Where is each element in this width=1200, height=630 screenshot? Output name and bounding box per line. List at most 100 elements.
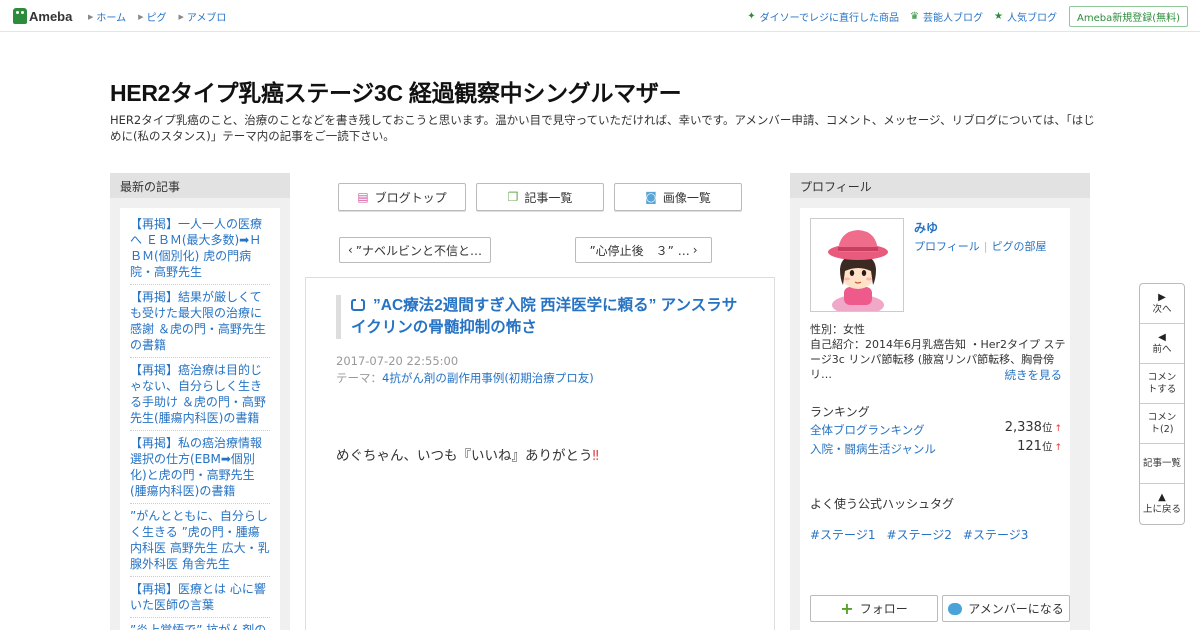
document-icon: ▤ — [357, 190, 369, 204]
prev-post-button[interactable]: ‹ ”ナベルビンと不信と… — [339, 237, 491, 263]
profile-link[interactable]: プロフィール — [914, 240, 980, 253]
article-body-text: めぐちゃん、いつも『いいね』ありがとう — [336, 448, 593, 464]
side-label: コメントする — [1147, 371, 1177, 395]
list-icon: ❐ — [507, 190, 519, 204]
chevron-right-icon: ▶ — [178, 12, 184, 21]
nav-label: アメブロ — [186, 13, 227, 24]
side-prev-button[interactable]: ◀ 前へ — [1140, 324, 1184, 364]
blog-description: HER2タイプ乳癌のこと、治療のことなどを書き残しておこうと思います。温かい目で… — [110, 113, 1095, 143]
post-list-button[interactable]: ❐ 記事一覧 — [476, 183, 604, 211]
crown-icon: ♛ — [910, 11, 920, 22]
chevron-left-icon: ‹ — [347, 243, 353, 257]
floating-side-nav: ▶ 次へ ◀ 前へ コメントする コメント(2) 記事一覧 ▲ 上に戻る — [1139, 283, 1185, 525]
theme-prefix: テーマ： — [336, 371, 382, 385]
button-label: ブログトップ — [374, 190, 447, 205]
button-label: 記事一覧 — [524, 190, 573, 205]
amember-button[interactable]: アメンバーになる — [942, 595, 1070, 622]
triangle-up-icon: ▲ — [1158, 492, 1166, 503]
profile-content: みゆ プロフィール | ピグの部屋 性別：女性 自己紹介：2014年6月乳癌告知 ・… — [800, 208, 1070, 630]
arrow-up-icon: ↑ — [1054, 424, 1062, 434]
ameba-logo-icon — [13, 8, 27, 24]
list-item[interactable]: 【再掲】私の癌治療情報選択の仕方(EBM➡個別化)と虎の門・高野先生(腫瘍内科医… — [130, 431, 270, 504]
side-next-button[interactable]: ▶ 次へ — [1140, 284, 1184, 324]
rank-number: 2,338 — [1004, 420, 1042, 435]
side-back-to-top-button[interactable]: ▲ 上に戻る — [1140, 484, 1184, 524]
profile-gender: 性別：女性 — [810, 323, 865, 336]
triangle-left-icon: ◀ — [1158, 331, 1166, 343]
camera-icon: ◙ — [645, 190, 657, 204]
nav-pigg[interactable]: ▶ ピグ — [138, 9, 167, 25]
chevron-right-icon: ▶ — [138, 12, 144, 21]
logo-text: Ameba — [29, 8, 73, 24]
sparkle-icon: ✦ — [747, 11, 756, 22]
side-post-list-button[interactable]: 記事一覧 — [1140, 444, 1184, 484]
button-label: アメンバーになる — [968, 602, 1064, 616]
blog-title[interactable]: HER2タイプ乳癌ステージ3C 経過観察中シングルマザー — [110, 74, 682, 108]
rank-unit: 位 — [1041, 441, 1053, 453]
side-label: 次へ — [1152, 303, 1172, 315]
nav-label: ピグ — [146, 13, 167, 24]
side-comment-button[interactable]: コメントする — [1140, 364, 1184, 404]
side-comments-count-button[interactable]: コメント(2) — [1140, 404, 1184, 444]
side-label: 上に戻る — [1142, 504, 1181, 515]
hashtag-link[interactable]: #ステージ2 — [886, 526, 951, 543]
speech-bubble-icon — [948, 602, 963, 615]
ameba-logo[interactable]: Ameba — [13, 7, 72, 25]
list-item[interactable]: 【再掲】一人一人の医療へ ＥＢＭ(最大多数)➡ＨＢＭ(個別化) 虎の門病院・高野… — [130, 212, 270, 285]
hashtag-link[interactable]: #ステージ3 — [963, 526, 1028, 543]
article-theme: テーマ：4抗がん剤の副作用事例(初期治療プロ友) — [336, 370, 594, 386]
list-item[interactable]: 【再掲】医療とは 心に響いた医師の言葉 — [130, 577, 270, 618]
ranking-label[interactable]: 全体ブログランキング — [810, 423, 925, 437]
hashtag-link[interactable]: #ステージ1 — [810, 526, 875, 543]
hashtag-list: #ステージ1 #ステージ2 #ステージ3 — [810, 526, 1039, 543]
top-right-links: ✦ ダイソーでレジに直行した商品 ♛ 芸能人ブログ ★ 人気ブログ Ameba新規登録… — [736, 6, 1188, 27]
avatar-illustration-icon — [811, 219, 903, 311]
ranking-value: 121位 ↑ — [1017, 439, 1062, 454]
list-item[interactable]: 【再掲】癌治療は目的じゃない、自分らしく生きる手助け ＆虎の門・高野先生(腫瘍内… — [130, 358, 270, 431]
avatar[interactable] — [810, 218, 904, 312]
follow-button[interactable]: + フォロー — [810, 595, 938, 622]
article-title-text: ”AC療法2週間すぎ入院 西洋医学に頼る” アンスラサイクリンの骨髄抑制の怖さ — [351, 297, 738, 336]
ranking-label[interactable]: 入院・闘病生活ジャンル — [810, 442, 936, 456]
triangle-right-icon: ▶ — [1158, 291, 1166, 303]
link-label: 芸能人ブログ — [923, 13, 984, 24]
link-celebrity-blog[interactable]: ♛ 芸能人ブログ — [910, 9, 983, 24]
button-label: 画像一覧 — [662, 190, 711, 205]
ranking-row-genre: 入院・闘病生活ジャンル 121位 ↑ — [810, 439, 1062, 457]
rank-number: 121 — [1017, 439, 1042, 454]
chevron-right-icon: ▶ — [88, 12, 94, 21]
list-item[interactable]: ”炎上覚悟で” 抗がん剤の — [130, 618, 270, 630]
side-label: コメント(2) — [1147, 411, 1177, 435]
nav-home[interactable]: ▶ ホーム — [88, 9, 127, 25]
blog-top-button[interactable]: ▤ ブログトップ — [338, 183, 466, 211]
nav-ameblo[interactable]: ▶ アメブロ — [178, 9, 227, 25]
latest-posts-list: 【再掲】一人一人の医療へ ＥＢＭ(最大多数)➡ＨＢＭ(個別化) 虎の門病院・高野… — [120, 208, 280, 630]
reblog-icon — [351, 297, 365, 311]
article-title[interactable]: ”AC療法2週間すぎ入院 西洋医学に頼る” アンスラサイクリンの骨髄抑制の怖さ — [351, 297, 737, 336]
article: ”AC療法2週間すぎ入院 西洋医学に頼る” アンスラサイクリンの骨髄抑制の怖さ … — [305, 277, 775, 630]
image-list-button[interactable]: ◙ 画像一覧 — [614, 183, 742, 211]
register-button[interactable]: Ameba新規登録(無料) — [1068, 6, 1188, 27]
latest-posts-heading: 最新の記事 — [110, 173, 290, 198]
nav-label: ホーム — [96, 13, 127, 24]
top-nav: ▶ ホーム ▶ ピグ ▶ アメブロ — [88, 9, 238, 25]
ranking-heading: ランキング — [810, 405, 870, 419]
star-icon: ★ — [994, 11, 1003, 22]
list-item[interactable]: 【再掲】結果が厳しくても受けた最大限の治療に感謝 ＆虎の門・高野先生の書籍 — [130, 285, 270, 358]
pigg-room-link[interactable]: ピグの部屋 — [992, 240, 1047, 253]
prev-post-label: ”ナベルビンと不信と… — [355, 243, 483, 258]
next-post-button[interactable]: ”心停止後 ３” … › — [575, 237, 712, 263]
link-popular-blog[interactable]: ★ 人気ブログ — [994, 9, 1057, 24]
plus-icon: + — [840, 599, 854, 618]
list-item[interactable]: ”がんとともに、自分らしく生きる ”虎の門・腫瘍内科医 高野先生 広大・乳腺外科… — [130, 504, 270, 577]
next-post-label: ”心停止後 ３” … — [589, 243, 690, 258]
theme-link[interactable]: 4抗がん剤の副作用事例(初期治療プロ友) — [382, 371, 594, 385]
hashtag-heading: よく使う公式ハッシュタグ — [810, 497, 955, 511]
profile-name[interactable]: みゆ — [914, 219, 938, 236]
arrow-up-icon: ↑ — [1054, 443, 1062, 453]
ranking-value: 2,338位 ↑ — [1005, 420, 1062, 435]
rank-unit: 位 — [1041, 422, 1053, 434]
link-daiso[interactable]: ✦ ダイソーでレジに直行した商品 — [747, 9, 899, 24]
article-date: 2017-07-20 22:55:00 — [336, 354, 459, 368]
read-more-link[interactable]: 続きを見る — [1005, 367, 1063, 383]
